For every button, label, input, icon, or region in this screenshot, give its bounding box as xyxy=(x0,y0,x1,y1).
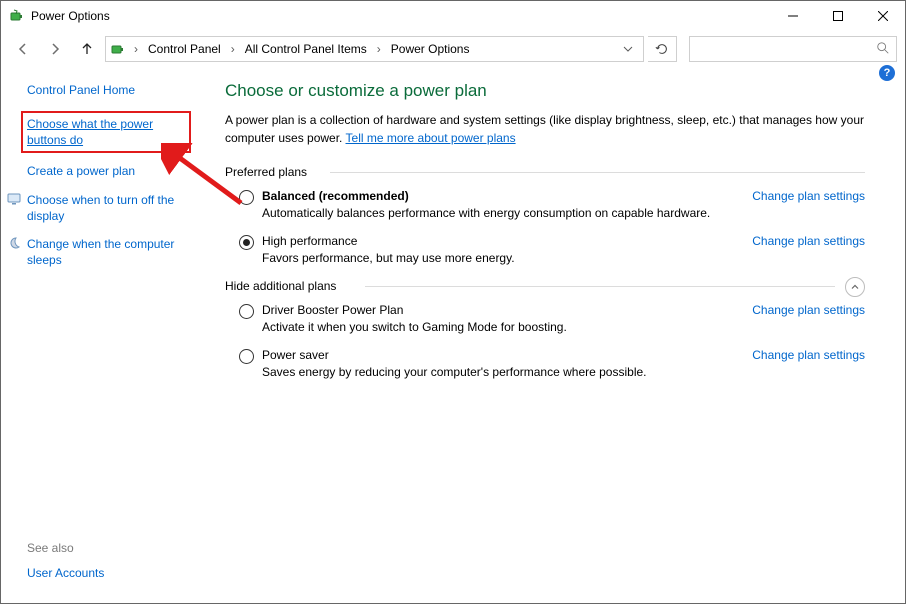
plan-balanced: Balanced (recommended) Automatically bal… xyxy=(239,189,865,220)
plan-high-performance: High performance Favors performance, but… xyxy=(239,234,865,265)
link-label: User Accounts xyxy=(27,565,104,581)
help-button[interactable]: ? xyxy=(879,65,895,81)
link-label: Choose when to turn off the display xyxy=(27,192,191,224)
annotation-highlight: Choose what the power buttons do xyxy=(21,111,191,153)
plan-power-saver: Power saver Saves energy by reducing you… xyxy=(239,348,865,379)
description-text: A power plan is a collection of hardware… xyxy=(225,113,864,145)
forward-button[interactable] xyxy=(41,35,69,63)
search-box[interactable] xyxy=(689,36,897,62)
change-plan-settings-link[interactable]: Change plan settings xyxy=(752,303,865,317)
refresh-button[interactable] xyxy=(648,36,677,62)
change-plan-settings-link[interactable]: Change plan settings xyxy=(752,234,865,248)
close-button[interactable] xyxy=(860,1,905,31)
sidebar-link-change-sleep[interactable]: Change when the computer sleeps xyxy=(27,236,191,268)
sidebar-link-user-accounts[interactable]: User Accounts xyxy=(27,565,104,581)
titlebar: Power Options xyxy=(1,1,905,31)
section-hide-additional[interactable]: Hide additional plans xyxy=(225,279,865,293)
link-label: Choose what the power buttons do xyxy=(27,116,185,148)
learn-more-link[interactable]: Tell me more about power plans xyxy=(346,131,516,145)
radio-power-saver[interactable] xyxy=(239,349,254,364)
breadcrumb-item[interactable]: Control Panel xyxy=(146,42,223,56)
window-title: Power Options xyxy=(31,9,110,23)
radio-balanced[interactable] xyxy=(239,190,254,205)
plan-name: Balanced (recommended) xyxy=(262,189,752,203)
search-icon xyxy=(876,41,890,58)
display-icon xyxy=(7,192,21,206)
plan-driver-booster: Driver Booster Power Plan Activate it wh… xyxy=(239,303,865,334)
main-panel: ? Choose or customize a power plan A pow… xyxy=(201,67,905,603)
sidebar-link-create-plan[interactable]: Create a power plan xyxy=(27,163,191,179)
power-options-icon xyxy=(110,41,126,57)
breadcrumb-item[interactable]: Power Options xyxy=(389,42,472,56)
see-also-label: See also xyxy=(27,541,104,555)
change-plan-settings-link[interactable]: Change plan settings xyxy=(752,348,865,362)
section-preferred-plans: Preferred plans xyxy=(225,165,865,179)
control-panel-home-link[interactable]: Control Panel Home xyxy=(27,83,191,97)
address-dropdown-button[interactable] xyxy=(617,38,639,60)
breadcrumb-item[interactable]: All Control Panel Items xyxy=(243,42,369,56)
sidebar-link-choose-buttons[interactable]: Choose what the power buttons do xyxy=(27,116,185,148)
up-button[interactable] xyxy=(73,35,101,63)
power-options-icon xyxy=(9,8,25,24)
content-body: Control Panel Home Choose what the power… xyxy=(1,67,905,603)
plan-name: Power saver xyxy=(262,348,752,362)
page-title: Choose or customize a power plan xyxy=(225,81,865,101)
plan-desc: Saves energy by reducing your computer's… xyxy=(262,365,752,379)
sidebar: Control Panel Home Choose what the power… xyxy=(1,67,201,603)
change-plan-settings-link[interactable]: Change plan settings xyxy=(752,189,865,203)
window: Power Options › Control Panel › All Cont… xyxy=(0,0,906,604)
plan-desc: Favors performance, but may use more ene… xyxy=(262,251,752,265)
see-also-section: See also User Accounts xyxy=(27,541,104,581)
plan-desc: Automatically balances performance with … xyxy=(262,206,752,220)
sidebar-link-turn-off-display[interactable]: Choose when to turn off the display xyxy=(27,192,191,224)
maximize-button[interactable] xyxy=(815,1,860,31)
chevron-right-icon[interactable]: › xyxy=(373,42,385,56)
moon-icon xyxy=(7,236,21,250)
collapse-button[interactable] xyxy=(845,277,865,297)
plan-name: High performance xyxy=(262,234,752,248)
radio-high-performance[interactable] xyxy=(239,235,254,250)
address-bar[interactable]: › Control Panel › All Control Panel Item… xyxy=(105,36,644,62)
back-button[interactable] xyxy=(9,35,37,63)
minimize-button[interactable] xyxy=(770,1,815,31)
radio-driver-booster[interactable] xyxy=(239,304,254,319)
window-controls xyxy=(770,1,905,31)
nav-row: › Control Panel › All Control Panel Item… xyxy=(1,31,905,67)
chevron-right-icon[interactable]: › xyxy=(227,42,239,56)
plan-name: Driver Booster Power Plan xyxy=(262,303,752,317)
chevron-right-icon[interactable]: › xyxy=(130,42,142,56)
link-label: Create a power plan xyxy=(27,163,191,179)
page-description: A power plan is a collection of hardware… xyxy=(225,111,865,147)
link-label: Change when the computer sleeps xyxy=(27,236,191,268)
plan-desc: Activate it when you switch to Gaming Mo… xyxy=(262,320,752,334)
